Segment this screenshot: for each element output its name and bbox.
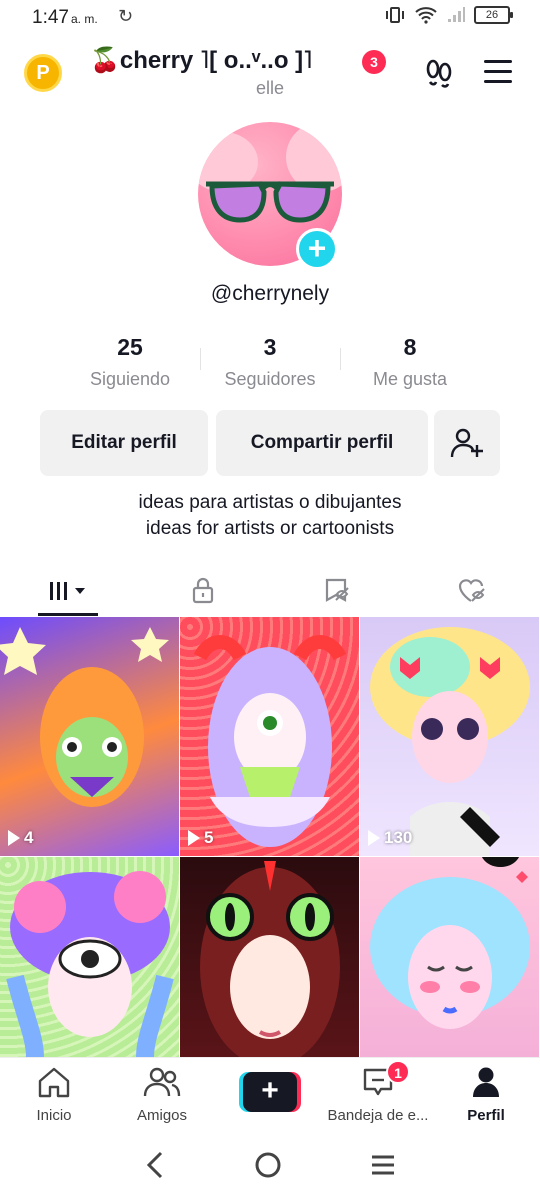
stat-following[interactable]: 25 Siguiendo <box>60 334 200 390</box>
lock-icon <box>192 577 213 604</box>
notification-badge: 3 <box>362 50 386 74</box>
repost-hidden-icon <box>325 578 349 602</box>
username-handle: @cherrynely <box>210 282 330 305</box>
artwork-image <box>200 861 340 1057</box>
tab-videos[interactable] <box>0 566 135 616</box>
artwork-image <box>193 635 347 847</box>
play-icon <box>8 830 20 846</box>
inbox-badge: 1 <box>386 1060 410 1084</box>
share-profile-button[interactable]: Compartir perfil <box>216 410 428 476</box>
profile-icon <box>473 1067 499 1097</box>
view-count: 130 <box>368 828 412 848</box>
tab-reposts[interactable] <box>270 566 405 616</box>
grid-icon <box>50 582 67 600</box>
recents-icon[interactable] <box>370 1153 396 1177</box>
artwork-image <box>6 871 174 1057</box>
nav-friends[interactable]: Amigos <box>108 1058 216 1127</box>
home-icon <box>38 1067 70 1098</box>
tab-private[interactable] <box>135 566 270 616</box>
edit-profile-button[interactable]: Editar perfil <box>40 410 208 476</box>
view-count: 5 <box>188 828 213 848</box>
tab-liked[interactable] <box>405 566 540 616</box>
video-thumbnail[interactable]: 4 <box>0 617 179 856</box>
play-icon <box>368 830 380 846</box>
video-thumbnail[interactable] <box>0 857 179 1057</box>
video-thumbnail[interactable]: 5 <box>180 617 359 856</box>
system-navigation <box>0 1130 540 1200</box>
profile-title: 🍒cherry ˥[ o..ᵛ..o ]˥ <box>90 47 313 74</box>
video-thumbnail[interactable] <box>360 857 539 1057</box>
create-button[interactable]: + <box>239 1072 301 1112</box>
signal-icon <box>448 7 465 22</box>
nav-inbox[interactable]: 1 Bandeja de e... <box>324 1058 432 1127</box>
bottom-navigation: Inicio Amigos + 1 Bandeja de e... Perfil <box>0 1057 540 1127</box>
nav-profile[interactable]: Perfil <box>432 1058 540 1127</box>
add-user-icon <box>450 428 483 458</box>
add-avatar-button[interactable]: + <box>296 228 338 270</box>
stat-followers[interactable]: 3 Seguidores <box>200 334 340 390</box>
video-thumbnail[interactable] <box>180 857 359 1057</box>
artwork-image <box>370 857 530 1029</box>
artwork-image <box>0 627 169 807</box>
artwork-image <box>370 627 530 856</box>
wifi-icon <box>415 7 437 24</box>
friends-icon <box>143 1067 181 1097</box>
video-thumbnail[interactable]: 130 <box>360 617 539 856</box>
sync-icon: ↻ <box>118 6 134 26</box>
vibrate-icon <box>386 7 404 23</box>
plus-icon: + <box>243 1072 297 1112</box>
profile-header: P 🍒cherry ˥[ o..ᵛ..o ]˥ 3 elle <box>0 40 540 106</box>
profile-bio: ideas para artistas o dibujantes ideas f… <box>138 492 402 539</box>
stat-likes[interactable]: 8 Me gusta <box>340 334 480 390</box>
nav-create[interactable]: + <box>216 1058 324 1127</box>
footprints-icon[interactable] <box>424 58 454 88</box>
video-grid: 4 5 130 <box>0 617 540 1057</box>
status-bar: 1:47 a. m. ↻ 26 <box>0 0 540 36</box>
profile-stats: 25 Siguiendo 3 Seguidores 8 Me gusta <box>60 334 480 390</box>
menu-icon[interactable] <box>484 60 512 90</box>
add-friend-button[interactable] <box>434 410 500 476</box>
profile-tabs <box>0 566 540 616</box>
view-count: 4 <box>8 828 33 848</box>
nav-home[interactable]: Inicio <box>0 1058 108 1127</box>
profile-name-switcher[interactable]: 🍒cherry ˥[ o..ᵛ..o ]˥ <box>90 46 390 75</box>
liked-hidden-icon <box>458 579 485 602</box>
home-circle-icon[interactable] <box>253 1150 283 1180</box>
battery-icon: 26 <box>474 6 513 24</box>
back-icon[interactable] <box>144 1150 166 1180</box>
status-time: 1:47 a. m. <box>32 7 98 28</box>
play-icon <box>188 830 200 846</box>
chevron-down-icon <box>75 588 85 594</box>
profile-subtitle: elle <box>255 78 285 98</box>
